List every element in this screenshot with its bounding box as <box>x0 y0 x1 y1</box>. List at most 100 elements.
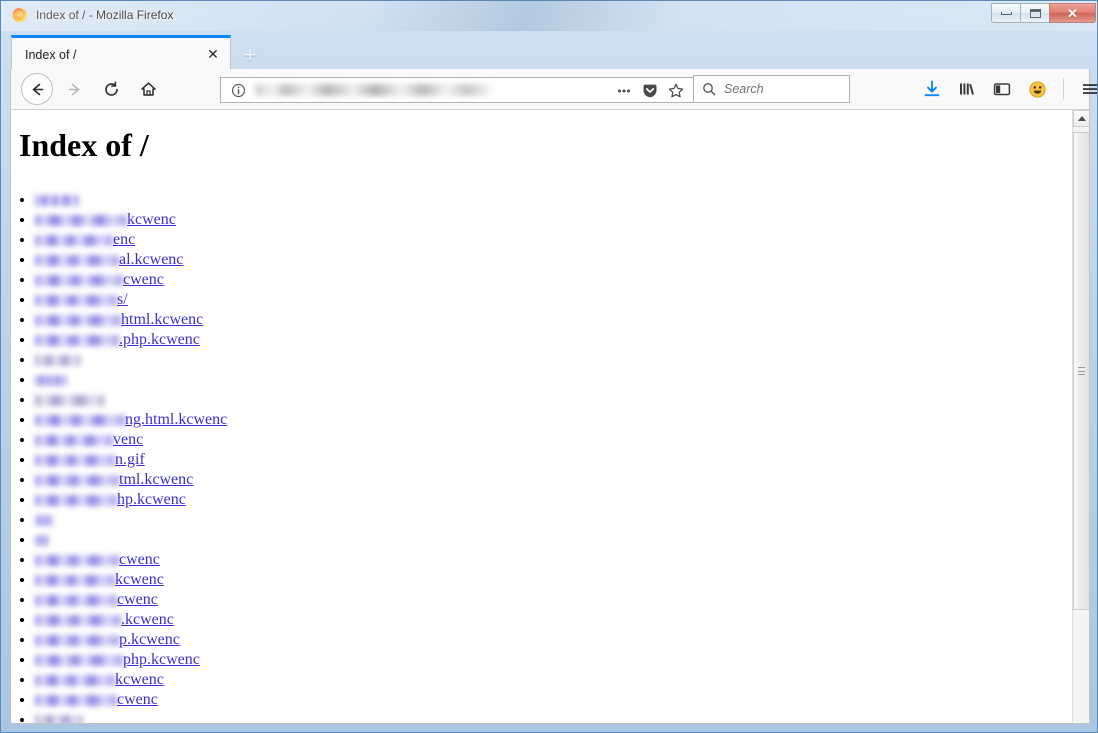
link-text-visible: n.gif <box>115 451 145 468</box>
directory-link[interactable]: html.kcwenc <box>35 311 203 328</box>
list-item: kcwenc <box>35 210 1074 230</box>
vertical-scrollbar[interactable] <box>1072 110 1089 723</box>
directory-link[interactable]: .kcwenc <box>35 611 174 628</box>
bookmark-star-icon[interactable] <box>664 79 688 103</box>
link-text-blurred <box>35 615 121 626</box>
forward-arrow-icon <box>68 83 79 95</box>
maximize-button[interactable] <box>1020 3 1049 23</box>
hamburger-menu-icon[interactable] <box>1077 76 1097 102</box>
link-text-blurred <box>35 235 113 246</box>
link-text-blurred <box>35 575 115 586</box>
scrollbar-thumb[interactable] <box>1073 132 1089 610</box>
link-text-visible: cwenc <box>117 591 158 608</box>
directory-link[interactable] <box>35 511 53 528</box>
directory-link[interactable]: cwenc <box>35 691 158 708</box>
list-item <box>35 370 1074 390</box>
firefox-logo-icon <box>11 6 28 23</box>
directory-link[interactable]: n.gif <box>35 451 145 468</box>
scrollbar-grip-icon <box>1078 367 1085 375</box>
sidebar-icon[interactable] <box>989 76 1015 102</box>
tab-index-of[interactable]: Index of / ✕ <box>11 35 231 71</box>
link-text-visible: s/ <box>117 291 128 308</box>
directory-link[interactable]: php.kcwenc <box>35 651 200 668</box>
directory-link[interactable] <box>35 531 49 548</box>
window-controls: ✕ <box>991 3 1096 23</box>
downloads-icon[interactable] <box>919 76 945 102</box>
directory-link[interactable] <box>35 391 105 408</box>
list-item: cwenc <box>35 690 1074 710</box>
page-actions-icon[interactable] <box>612 79 636 103</box>
close-button[interactable]: ✕ <box>1049 3 1096 23</box>
directory-link[interactable]: ng.html.kcwenc <box>35 411 227 428</box>
directory-link[interactable]: tml.kcwenc <box>35 471 193 488</box>
link-text-visible: venc <box>113 431 144 448</box>
link-text-visible: kcwenc <box>127 211 176 228</box>
pocket-icon[interactable] <box>638 79 662 103</box>
directory-link[interactable]: hp.kcwenc <box>35 491 186 508</box>
directory-link[interactable]: cwenc <box>35 271 164 288</box>
library-icon[interactable] <box>954 76 980 102</box>
list-item: ng.html.kcwenc <box>35 410 1074 430</box>
link-text-blurred <box>35 555 119 566</box>
maximize-icon <box>1029 8 1041 18</box>
directory-link[interactable] <box>35 191 79 208</box>
tab-close-icon[interactable]: ✕ <box>202 44 224 66</box>
list-item: .kcwenc <box>35 610 1074 630</box>
directory-link[interactable]: .php.kcwenc <box>35 331 200 348</box>
link-text-visible: al.kcwenc <box>119 251 184 268</box>
link-text-visible: p.kcwenc <box>119 631 180 648</box>
list-item: tml.kcwenc <box>35 470 1074 490</box>
directory-link[interactable]: s/ <box>35 291 128 308</box>
search-placeholder: Search <box>724 82 764 96</box>
list-item: cwenc <box>35 590 1074 610</box>
list-item: php.kcwenc <box>35 650 1074 670</box>
chevron-up-icon <box>1077 116 1086 121</box>
directory-link[interactable]: p.kcwenc <box>35 631 180 648</box>
web-page: Index of / kcwenc enc al.kcwenc cwenc s/html… <box>11 110 1074 723</box>
link-text-visible: .php.kcwenc <box>119 331 200 348</box>
link-text-blurred <box>35 595 117 606</box>
link-text-blurred <box>35 655 123 666</box>
directory-link[interactable]: kcwenc <box>35 671 164 688</box>
list-item <box>35 530 1074 550</box>
directory-link[interactable] <box>35 351 81 368</box>
link-text-visible: .kcwenc <box>121 611 174 628</box>
link-text-blurred <box>35 675 115 686</box>
url-bar-actions <box>612 78 688 104</box>
search-box[interactable]: Search <box>693 75 850 103</box>
home-button[interactable] <box>132 73 164 105</box>
directory-link[interactable]: cwenc <box>35 591 158 608</box>
directory-link[interactable] <box>35 371 67 388</box>
smiley-feedback-icon[interactable] <box>1024 76 1050 102</box>
scroll-up-button[interactable] <box>1073 110 1089 127</box>
link-text-blurred <box>35 295 117 306</box>
scrollbar-track[interactable] <box>1073 127 1089 723</box>
home-icon <box>140 81 156 96</box>
site-info-icon[interactable] <box>231 83 246 98</box>
directory-link[interactable]: al.kcwenc <box>35 251 183 268</box>
link-text-visible: ng.html.kcwenc <box>125 411 228 428</box>
directory-link[interactable]: cwenc <box>35 551 160 568</box>
directory-link[interactable]: kcwenc <box>35 571 164 588</box>
link-text-blurred <box>35 715 83 723</box>
minimize-button[interactable] <box>991 3 1020 23</box>
back-button[interactable] <box>21 73 53 105</box>
directory-link[interactable] <box>35 711 83 723</box>
link-text-blurred <box>35 255 119 266</box>
list-item: kcwenc <box>35 670 1074 690</box>
link-text-blurred <box>35 215 127 226</box>
list-item: al.kcwenc <box>35 250 1074 270</box>
link-text-blurred <box>35 335 119 346</box>
list-item <box>35 390 1074 410</box>
link-text-visible: kcwenc <box>115 571 164 588</box>
directory-link[interactable]: venc <box>35 431 143 448</box>
link-text-visible: php.kcwenc <box>123 651 200 668</box>
reload-button[interactable] <box>95 73 127 105</box>
directory-link[interactable]: kcwenc <box>35 211 176 228</box>
url-bar[interactable] <box>220 77 695 103</box>
new-tab-button[interactable]: + <box>237 42 263 68</box>
list-item: cwenc <box>35 270 1074 290</box>
directory-link[interactable]: enc <box>35 231 135 248</box>
title-bar-left: Index of / - Mozilla Firefox <box>11 6 173 23</box>
close-icon: ✕ <box>1067 5 1078 21</box>
